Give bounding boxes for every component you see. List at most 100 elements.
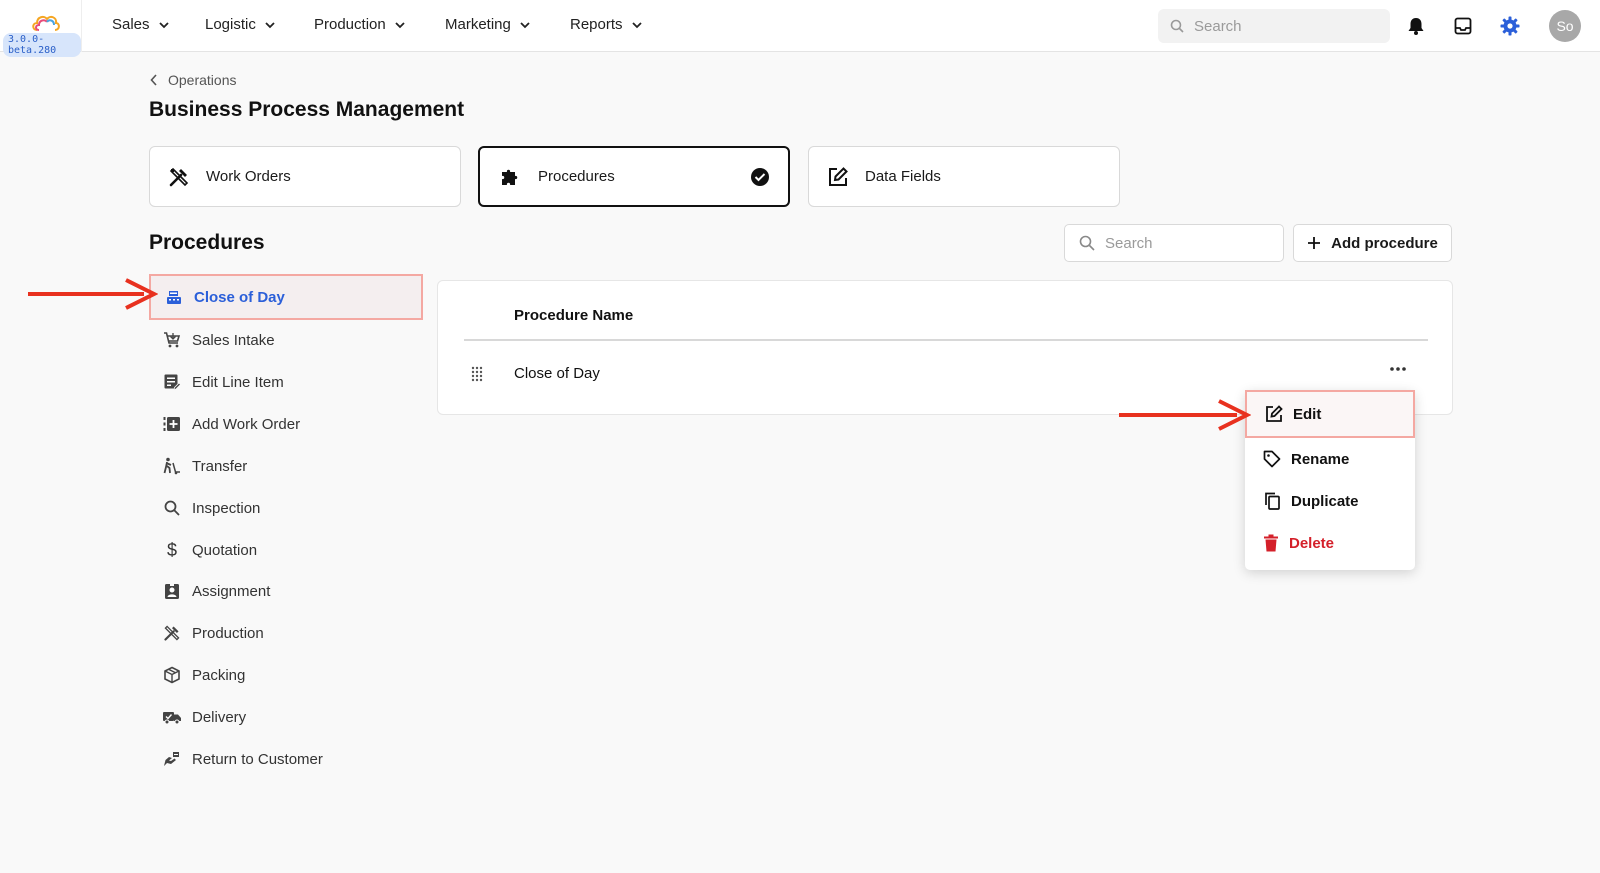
procedure-search[interactable] — [1064, 224, 1284, 262]
menu-item-label: Duplicate — [1291, 492, 1359, 510]
drag-handle-icon[interactable] — [471, 366, 483, 387]
procedure-item-sales-intake[interactable]: Sales Intake — [149, 317, 423, 363]
check-circle-icon — [751, 168, 769, 186]
menu-item-label: Rename — [1291, 450, 1350, 468]
top-navigation-bar: 3.0.0-beta.280 Sales Logistic Production… — [0, 0, 1600, 57]
edit-icon — [1266, 405, 1283, 422]
procedures-section-title: Procedures — [149, 231, 265, 254]
nav-production[interactable]: Production — [314, 16, 406, 33]
dollar-icon: $ — [166, 539, 177, 560]
menu-item-label: Delete — [1289, 534, 1335, 552]
nav-label: Production — [314, 16, 386, 33]
annotation-arrow-icon — [1119, 399, 1251, 431]
return-icon — [162, 749, 182, 769]
category-label: Procedures — [538, 168, 615, 185]
chevron-down-icon — [520, 21, 530, 28]
menu-item-edit[interactable]: Edit — [1245, 390, 1415, 438]
chevron-down-icon — [158, 21, 169, 28]
page-title: Business Process Management — [149, 98, 465, 121]
chevron-down-icon — [265, 21, 275, 28]
procedure-item-quotation[interactable]: $ Quotation — [149, 527, 423, 573]
procedure-item-close-of-day[interactable]: Close of Day — [149, 274, 423, 320]
procedure-item-add-work-order[interactable]: Add Work Order — [149, 401, 423, 447]
cart-icon — [162, 330, 182, 350]
chevron-down-icon — [395, 21, 405, 28]
procedure-item-label: Production — [192, 624, 264, 642]
nav-label: Logistic — [205, 16, 256, 33]
procedure-item-label: Sales Intake — [192, 331, 275, 349]
search-icon — [1079, 235, 1095, 251]
puzzle-icon — [502, 169, 518, 185]
global-search[interactable] — [1158, 9, 1390, 43]
menu-item-label: Edit — [1293, 405, 1322, 423]
user-avatar[interactable]: So — [1549, 10, 1581, 42]
nav-label: Reports — [570, 16, 623, 33]
procedure-item-label: Transfer — [192, 457, 248, 475]
procedure-item-production[interactable]: Production — [149, 610, 423, 656]
procedure-context-menu: Edit Rename Duplicate Delete — [1245, 390, 1415, 570]
nav-reports[interactable]: Reports — [570, 16, 643, 33]
breadcrumb-label: Operations — [168, 72, 237, 88]
column-header-procedure-name: Procedure Name — [514, 307, 634, 324]
cloud-logo-icon — [32, 15, 60, 31]
inbox-icon — [1454, 17, 1472, 35]
procedure-item-inspection[interactable]: Inspection — [149, 485, 423, 531]
gear-icon — [1500, 16, 1520, 36]
nav-sales[interactable]: Sales — [112, 16, 170, 33]
bell-icon — [1408, 18, 1424, 35]
procedure-item-packing[interactable]: Packing — [149, 652, 423, 698]
copy-icon — [1265, 492, 1280, 510]
add-box-icon — [162, 414, 182, 434]
version-badge: 3.0.0-beta.280 — [3, 33, 81, 57]
procedure-item-label: Delivery — [192, 708, 247, 726]
global-search-input[interactable] — [1194, 17, 1374, 35]
add-procedure-button[interactable]: Add procedure — [1293, 224, 1452, 262]
settings-button[interactable] — [1498, 14, 1522, 38]
procedure-item-label: Return to Customer — [192, 750, 323, 768]
category-card-work-orders[interactable]: Work Orders — [149, 146, 461, 207]
menu-item-delete[interactable]: Delete — [1245, 522, 1415, 564]
hand-truck-icon — [162, 456, 182, 476]
notifications-button[interactable] — [1404, 14, 1428, 38]
tools-icon — [162, 623, 182, 643]
add-procedure-label: Add procedure — [1331, 234, 1438, 252]
procedure-search-input[interactable] — [1105, 234, 1255, 252]
category-label: Work Orders — [206, 168, 291, 185]
more-actions-button[interactable] — [1386, 359, 1410, 379]
menu-item-rename[interactable]: Rename — [1245, 438, 1415, 480]
nav-logistic[interactable]: Logistic — [205, 16, 276, 33]
register-icon — [164, 287, 184, 307]
inbox-button[interactable] — [1451, 14, 1475, 38]
procedure-item-label: Close of Day — [194, 288, 285, 306]
divider — [464, 339, 1428, 341]
table-row-procedure-name[interactable]: Close of Day — [514, 365, 600, 382]
nav-marketing[interactable]: Marketing — [445, 16, 531, 33]
procedure-item-label: Edit Line Item — [192, 373, 284, 391]
procedure-item-label: Assignment — [192, 582, 271, 600]
badge-icon — [162, 581, 182, 601]
category-card-procedures[interactable]: Procedures — [478, 146, 790, 207]
nav-label: Sales — [112, 16, 150, 33]
procedure-item-assignment[interactable]: Assignment — [149, 568, 423, 614]
box-icon — [162, 665, 182, 685]
plus-icon — [1308, 237, 1321, 249]
chevron-down-icon — [631, 21, 642, 28]
trash-icon — [1264, 534, 1278, 552]
search-icon — [1170, 19, 1184, 33]
edit-list-icon — [162, 372, 182, 392]
procedure-item-return-to-customer[interactable]: Return to Customer — [149, 736, 423, 782]
chevron-left-icon — [150, 74, 157, 86]
breadcrumb[interactable]: Operations — [150, 72, 236, 88]
ellipsis-icon — [1390, 367, 1406, 371]
edit-box-icon — [829, 166, 848, 186]
procedure-item-delivery[interactable]: Delivery — [149, 694, 423, 740]
procedure-item-label: Add Work Order — [192, 415, 301, 433]
tag-icon — [1263, 450, 1281, 468]
procedure-item-transfer[interactable]: Transfer — [149, 443, 423, 489]
annotation-arrow-icon — [28, 278, 158, 310]
menu-item-duplicate[interactable]: Duplicate — [1245, 480, 1415, 522]
procedure-item-edit-line-item[interactable]: Edit Line Item — [149, 359, 423, 405]
magnifier-icon — [162, 498, 182, 518]
app-logo[interactable]: 3.0.0-beta.280 — [0, 0, 82, 57]
category-card-data-fields[interactable]: Data Fields — [808, 146, 1120, 207]
